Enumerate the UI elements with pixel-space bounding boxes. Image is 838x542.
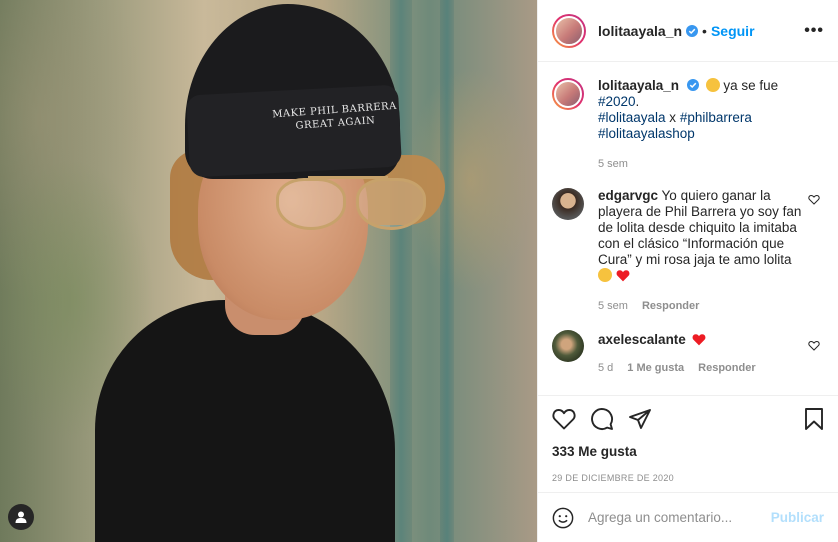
author-avatar[interactable] bbox=[552, 13, 586, 48]
black-shirt bbox=[95, 300, 395, 542]
author-username[interactable]: lolitaayala_n bbox=[598, 23, 682, 39]
post-side-panel: lolitaayala_n • Seguir ••• lolitaayala_n bbox=[537, 0, 838, 542]
caption-period: . bbox=[635, 94, 640, 109]
glasses-lens-left bbox=[276, 178, 346, 230]
header-separator: • bbox=[702, 22, 707, 39]
share-direct-icon[interactable] bbox=[628, 408, 652, 430]
like-heart-icon[interactable] bbox=[552, 408, 576, 430]
caption: lolitaayala_n ya se fue #2020. #lolitaay… bbox=[552, 78, 822, 172]
emoji-smiley-icon[interactable] bbox=[552, 507, 574, 529]
glasses-lens-right bbox=[356, 178, 426, 230]
caption-username[interactable]: lolitaayala_n bbox=[598, 78, 679, 93]
comment-time[interactable]: 5 d bbox=[598, 360, 613, 376]
comment-body: edgarvgc Yo quiero ganar la playera de P… bbox=[598, 188, 804, 314]
action-icons-row bbox=[552, 406, 824, 432]
hashtag-2020[interactable]: #2020 bbox=[598, 94, 636, 109]
like-comment-heart-icon[interactable] bbox=[808, 194, 820, 205]
reply-button[interactable]: Responder bbox=[698, 360, 755, 376]
comment-item: edgarvgc Yo quiero ganar la playera de P… bbox=[552, 188, 822, 314]
post-actions: 333 Me gusta 29 DE DICIEMBRE DE 2020 bbox=[538, 395, 838, 483]
post-photo[interactable]: MAKE PHIL BARRERA GREAT AGAIN bbox=[0, 0, 537, 542]
post-date[interactable]: 29 DE DICIEMBRE DE 2020 bbox=[552, 473, 824, 483]
hashtag-lolitaayalashop[interactable]: #lolitaayalashop bbox=[598, 126, 695, 141]
caption-x: x bbox=[665, 110, 680, 125]
caption-text-1: ya se fue bbox=[719, 78, 779, 93]
commenter-avatar[interactable] bbox=[552, 330, 584, 362]
reply-button[interactable]: Responder bbox=[642, 298, 699, 314]
verified-badge-icon bbox=[686, 24, 699, 37]
like-comment-heart-icon[interactable] bbox=[808, 340, 820, 351]
tagged-user-icon[interactable] bbox=[8, 504, 34, 530]
caption-body: lolitaayala_n ya se fue #2020. #lolitaay… bbox=[598, 78, 804, 172]
laughing-emoji-icon bbox=[598, 268, 612, 282]
comment-meta: 5 d 1 Me gusta Responder bbox=[598, 360, 804, 376]
comment-username[interactable]: edgarvgc bbox=[598, 188, 658, 203]
comments-list[interactable]: lolitaayala_n ya se fue #2020. #lolitaay… bbox=[538, 62, 838, 395]
comment-time[interactable]: 5 sem bbox=[598, 298, 628, 314]
caption-avatar[interactable] bbox=[552, 78, 584, 110]
add-comment-bar: Agrega un comentario... Publicar bbox=[538, 492, 838, 542]
publish-button[interactable]: Publicar bbox=[771, 510, 824, 525]
comment-item: axelescalante 5 d 1 Me gusta Responder bbox=[552, 330, 822, 376]
comment-like-count[interactable]: 1 Me gusta bbox=[627, 360, 684, 376]
caption-meta: 5 sem bbox=[598, 156, 804, 172]
verified-badge-icon bbox=[686, 79, 699, 91]
follow-button[interactable]: Seguir bbox=[711, 23, 755, 39]
hashtag-philbarrera[interactable]: #philbarrera bbox=[680, 110, 752, 125]
comment-input[interactable]: Agrega un comentario... bbox=[588, 510, 771, 525]
likes-count[interactable]: 333 Me gusta bbox=[552, 444, 824, 459]
save-bookmark-icon[interactable] bbox=[804, 407, 824, 431]
person-figure: MAKE PHIL BARRERA GREAT AGAIN bbox=[0, 0, 537, 542]
commenter-avatar[interactable] bbox=[552, 188, 584, 220]
more-options-icon[interactable]: ••• bbox=[804, 22, 824, 40]
caption-time[interactable]: 5 sem bbox=[598, 156, 628, 172]
hashtag-lolitaayala[interactable]: #lolitaayala bbox=[598, 110, 666, 125]
comment-bubble-icon[interactable] bbox=[590, 407, 614, 431]
red-heart-emoji-icon bbox=[616, 270, 630, 282]
comment-username[interactable]: axelescalante bbox=[598, 332, 686, 347]
grimace-emoji-icon bbox=[705, 78, 720, 92]
comment-body: axelescalante 5 d 1 Me gusta Responder bbox=[598, 330, 804, 376]
post-header: lolitaayala_n • Seguir ••• bbox=[538, 0, 838, 62]
instagram-post: MAKE PHIL BARRERA GREAT AGAIN lolitaayal… bbox=[0, 0, 838, 542]
comment-meta: 5 sem Responder bbox=[598, 298, 804, 314]
red-heart-emoji-icon bbox=[692, 334, 706, 346]
